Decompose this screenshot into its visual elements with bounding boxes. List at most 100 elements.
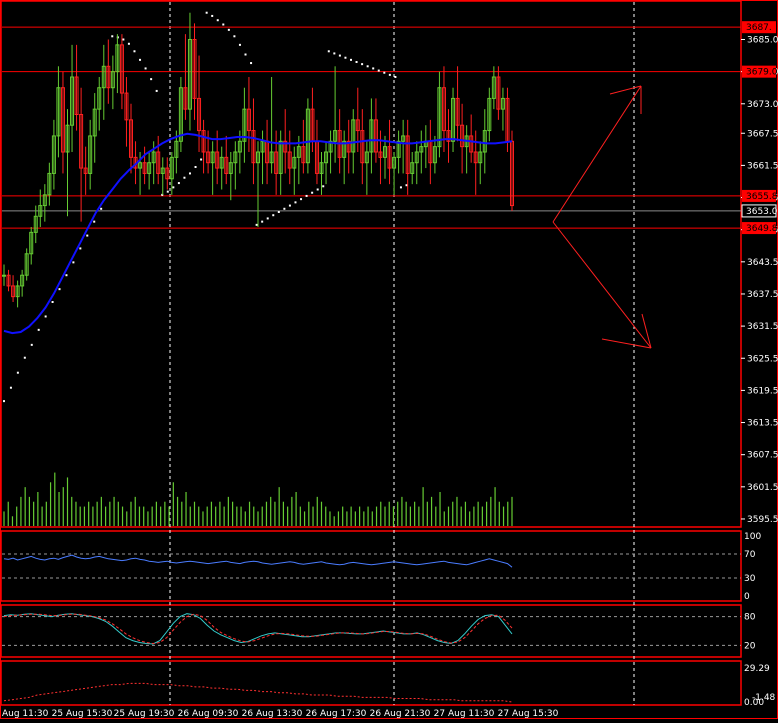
macd-line xyxy=(3,682,513,703)
sar-dot-42 xyxy=(261,220,264,223)
price-tick-label-13: 3607.5 xyxy=(747,451,778,461)
level-label-3: 3649.8 xyxy=(746,224,778,234)
sar-dot-5 xyxy=(37,328,40,331)
level-label-2: 3655.8 xyxy=(746,192,778,202)
price-tick-label-3: 3667.5 xyxy=(747,129,778,139)
rsi-line xyxy=(3,554,513,568)
price-tick-label-10: 3625.5 xyxy=(747,354,778,364)
price-tick-label-0: 3685.0 xyxy=(747,36,778,46)
main-pane-frame xyxy=(0,0,742,528)
sar-dot-52 xyxy=(316,188,319,191)
sar-dot-41 xyxy=(255,223,258,226)
price-tick-label-7: 3643.5 xyxy=(747,258,778,268)
sar-dot-60 xyxy=(361,63,364,66)
sar-dot-13 xyxy=(93,220,96,223)
price-axis: 3685.03679.03673.03667.53661.53655.53649… xyxy=(741,36,778,525)
sar-dot-15 xyxy=(111,35,114,38)
time-label-0: 25 Aug 11:30 xyxy=(0,709,49,719)
sar-dot-17 xyxy=(122,38,125,41)
stoch-tick-label-1: 20 xyxy=(744,641,756,651)
sar-dot-53 xyxy=(322,185,325,188)
sar-dot-39 xyxy=(244,53,247,56)
volume-histogram xyxy=(3,472,513,526)
macd-pane: 29.290.00-1.48 xyxy=(3,664,776,708)
sar-dot-25 xyxy=(166,190,169,193)
level-label-1: 3679.0 xyxy=(746,68,778,78)
time-label-2: 25 Aug 19:30 xyxy=(114,709,175,719)
time-label-8: 27 Aug 15:30 xyxy=(498,709,559,719)
sar-dot-51 xyxy=(311,191,314,194)
sar-dot-30 xyxy=(194,166,197,168)
stoch-signal-line xyxy=(3,613,513,645)
rsi-tick-label-2: 30 xyxy=(744,574,756,584)
sar-dot-50 xyxy=(305,194,308,197)
price-tick-label-9: 3631.5 xyxy=(747,322,778,332)
trading-chart[interactable]: 3685.03679.03673.03667.53661.53655.53649… xyxy=(0,0,778,719)
macd-pane-frame xyxy=(0,660,742,706)
candle-body-0 xyxy=(2,274,6,277)
sar-dot-33 xyxy=(211,14,214,17)
rsi-tick-label-3: 0 xyxy=(744,592,750,602)
parabolic-sar xyxy=(3,11,408,403)
price-tick-label-2: 3673.0 xyxy=(747,100,778,110)
sar-dot-49 xyxy=(300,198,303,201)
price-tick-label-15: 3595.5 xyxy=(747,515,778,525)
sar-dot-32 xyxy=(205,11,208,14)
outer-frame xyxy=(0,0,778,719)
sar-dot-48 xyxy=(294,201,297,204)
sar-dot-44 xyxy=(272,214,275,217)
rsi-pane-frame xyxy=(0,530,742,602)
price-tick-label-11: 3619.5 xyxy=(747,386,778,396)
sar-dot-19 xyxy=(133,50,136,53)
sar-dot-6 xyxy=(44,315,47,318)
sar-dot-26 xyxy=(172,186,175,189)
sar-dot-21 xyxy=(144,67,147,70)
rsi-tick-label-0: 100 xyxy=(744,532,761,542)
sar-dot-38 xyxy=(238,43,241,46)
sar-dot-34 xyxy=(216,19,219,22)
macd-extra-label: -1.48 xyxy=(752,693,776,703)
sar-dot-2 xyxy=(16,371,19,374)
sar-dot-63 xyxy=(377,69,380,72)
sar-dot-59 xyxy=(355,61,358,63)
candlesticks xyxy=(2,12,514,308)
sar-dot-36 xyxy=(227,28,230,31)
price-tick-label-14: 3601.5 xyxy=(747,483,778,493)
macd-tick-label-0: 29.29 xyxy=(744,664,770,674)
sar-dot-3 xyxy=(23,356,26,359)
chart-svg[interactable]: 3685.03679.03673.03667.53661.53655.53649… xyxy=(0,0,778,719)
sar-dot-57 xyxy=(344,56,347,59)
sar-dot-28 xyxy=(183,176,186,179)
sar-dot-29 xyxy=(188,172,191,175)
sar-dot-35 xyxy=(222,23,225,26)
sar-dot-43 xyxy=(266,217,269,220)
sar-dot-12 xyxy=(86,234,89,237)
sar-dot-62 xyxy=(372,67,375,70)
time-label-6: 26 Aug 21:30 xyxy=(370,709,431,719)
sar-dot-4 xyxy=(30,343,33,346)
sar-dot-10 xyxy=(72,261,75,264)
drawn-arrow-up xyxy=(552,85,642,223)
level-label-0: 3687. xyxy=(746,23,772,33)
current-price-label: 3653.0 xyxy=(746,207,778,217)
sar-dot-23 xyxy=(155,89,158,92)
sar-dot-27 xyxy=(177,182,180,185)
sar-dot-37 xyxy=(233,35,236,38)
time-label-7: 27 Aug 11:30 xyxy=(434,709,495,719)
sar-dot-14 xyxy=(100,207,103,210)
stochastic-pane: 80 20 xyxy=(2,613,756,651)
stoch-pane-frame xyxy=(0,604,742,658)
sar-dot-47 xyxy=(288,204,291,207)
time-label-3: 26 Aug 09:30 xyxy=(178,709,239,719)
price-tick-label-12: 3613.5 xyxy=(747,419,778,429)
sar-dot-7 xyxy=(51,301,54,303)
sar-dot-54 xyxy=(327,50,330,53)
sar-dot-1 xyxy=(9,386,12,389)
sar-dot-8 xyxy=(58,288,61,291)
sar-dot-64 xyxy=(383,71,386,74)
sar-dot-20 xyxy=(139,58,142,61)
sar-dot-46 xyxy=(283,207,286,210)
sar-dot-56 xyxy=(338,54,341,57)
time-label-5: 26 Aug 17:30 xyxy=(306,709,367,719)
price-tick-label-4: 3661.5 xyxy=(747,161,778,171)
